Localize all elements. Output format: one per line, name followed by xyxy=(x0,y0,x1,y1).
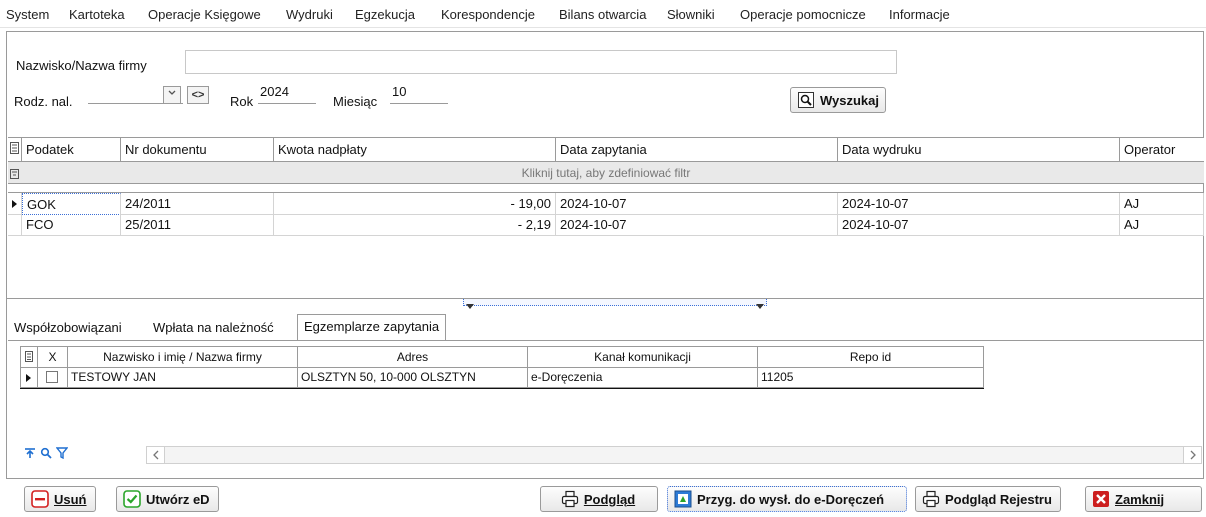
checkmark-icon xyxy=(123,490,141,508)
rok-input[interactable]: 2024 xyxy=(258,84,316,104)
search-icon[interactable] xyxy=(40,447,52,462)
chevron-down-icon xyxy=(756,298,764,313)
main-grid: Podatek Nr dokumentu Kwota nadpłaty Data… xyxy=(8,137,1204,299)
chevron-down-icon xyxy=(466,298,474,313)
column-chooser-icon[interactable] xyxy=(8,138,22,162)
row-checkbox[interactable] xyxy=(38,368,68,388)
cell-kwota[interactable]: - 2,19 xyxy=(274,214,556,236)
search-button-label: Wyszukaj xyxy=(820,92,880,108)
cell-kwota[interactable]: - 19,00 xyxy=(274,193,556,215)
menu-operacje-pomocnicze[interactable]: Operacje pomocnicze xyxy=(740,7,866,22)
col-nr-dokumentu[interactable]: Nr dokumentu xyxy=(121,138,274,162)
col-data-zapytania[interactable]: Data zapytania xyxy=(556,138,838,162)
cell-nr[interactable]: 25/2011 xyxy=(121,214,274,236)
cell-adres[interactable]: OLSZTYN 50, 10-000 OLSZTYN xyxy=(298,368,528,388)
create-ed-button-label: Utwórz eD xyxy=(146,491,210,507)
cell-nazwa[interactable]: TESTOWY JAN xyxy=(68,368,298,388)
row-pointer-icon xyxy=(20,368,38,388)
create-ed-button[interactable]: Utwórz eD xyxy=(116,486,219,512)
search-icon xyxy=(797,91,815,109)
col-adres[interactable]: Adres xyxy=(298,346,528,368)
tab-baseline xyxy=(8,340,1204,341)
menu-informacje[interactable]: Informacje xyxy=(889,7,950,22)
pin-icon[interactable] xyxy=(24,447,36,462)
preview-button[interactable]: Podgląd xyxy=(540,486,658,512)
menu-kartoteka[interactable]: Kartoteka xyxy=(69,7,125,22)
tab-egzemplarze-zapytania[interactable]: Egzemplarze zapytania xyxy=(297,314,447,340)
close-icon xyxy=(1092,490,1110,508)
col-kwota[interactable]: Kwota nadpłaty xyxy=(274,138,556,162)
printer-icon xyxy=(922,490,940,508)
register-preview-button[interactable]: Podgląd Rejestru xyxy=(915,486,1061,512)
col-repo-id[interactable]: Repo id xyxy=(758,346,984,368)
close-button-label: Zamknij xyxy=(1115,491,1165,507)
printer-icon xyxy=(561,490,579,508)
cell-repo-id[interactable]: 11205 xyxy=(758,368,984,388)
rok-label: Rok xyxy=(230,94,254,109)
miesiac-label: Miesiąc xyxy=(333,94,378,109)
menu-slowniki[interactable]: Słowniki xyxy=(667,7,715,22)
tab-wspolzobowiazani[interactable]: Współzobowiązani xyxy=(8,316,128,340)
filter-hint: Kliknij tutaj, aby zdefiniować filtr xyxy=(521,166,691,180)
preview-button-label: Podgląd xyxy=(583,491,636,507)
name-input[interactable] xyxy=(185,50,897,74)
navigate-arrows-icon[interactable]: <> xyxy=(187,86,209,104)
cell-data-zapytania[interactable]: 2024-10-07 xyxy=(556,193,838,215)
prepare-edoreczenia-button[interactable]: Przyg. do wysł. do e-Doręczeń xyxy=(667,486,907,512)
scroll-left-icon[interactable] xyxy=(147,447,165,463)
table-row[interactable]: FCO 25/2011 - 2,19 2024-10-07 2024-10-07… xyxy=(8,214,1204,236)
rodz-nal-label: Rodz. nal. xyxy=(14,94,73,109)
splitter-handle[interactable] xyxy=(463,299,767,309)
prepare-edoreczenia-button-label: Przyg. do wysł. do e-Doręczeń xyxy=(697,491,885,507)
chevron-down-icon[interactable] xyxy=(163,86,181,104)
cell-podatek[interactable]: GOK xyxy=(22,193,121,215)
scroll-right-icon[interactable] xyxy=(1183,447,1201,463)
menu-korespondencje[interactable]: Korespondencje xyxy=(441,7,535,22)
menu-wydruki[interactable]: Wydruki xyxy=(286,7,333,22)
menu-egzekucja[interactable]: Egzekucja xyxy=(355,7,415,22)
col-operator[interactable]: Operator xyxy=(1120,138,1204,162)
filter-icon[interactable] xyxy=(55,447,69,462)
col-kanal[interactable]: Kanał komunikacji xyxy=(528,346,758,368)
col-x[interactable]: X xyxy=(38,346,68,368)
menu-system[interactable]: System xyxy=(6,7,49,22)
column-chooser-icon[interactable] xyxy=(20,346,38,368)
cell-kanal[interactable]: e-Doręczenia xyxy=(528,368,758,388)
col-data-wydruku[interactable]: Data wydruku xyxy=(838,138,1120,162)
menu-operacje-ksiegowe[interactable]: Operacje Księgowe xyxy=(148,7,261,22)
col-podatek[interactable]: Podatek xyxy=(22,138,121,162)
row-bottom-line xyxy=(20,388,984,389)
menu-bar: System Kartoteka Operacje Księgowe Wydru… xyxy=(0,0,1206,28)
cell-nr[interactable]: 24/2011 xyxy=(121,193,274,215)
send-document-icon xyxy=(674,490,692,508)
miesiac-input[interactable]: 10 xyxy=(390,84,448,104)
cell-operator[interactable]: AJ xyxy=(1120,193,1204,215)
horizontal-scrollbar[interactable] xyxy=(146,446,1202,464)
minus-icon xyxy=(31,490,49,508)
cell-operator[interactable]: AJ xyxy=(1120,214,1204,236)
table-row[interactable]: GOK 24/2011 - 19,00 2024-10-07 2024-10-0… xyxy=(8,192,1204,215)
search-button[interactable]: Wyszukaj xyxy=(790,87,887,113)
register-preview-button-label: Podgląd Rejestru xyxy=(945,491,1052,507)
menu-bilans-otwarcia[interactable]: Bilans otwarcia xyxy=(559,7,646,22)
cell-data-zapytania[interactable]: 2024-10-07 xyxy=(556,214,838,236)
cell-podatek[interactable]: FCO xyxy=(22,214,121,236)
delete-button-label: Usuń xyxy=(54,491,87,507)
row-indicator xyxy=(8,214,22,236)
delete-button[interactable]: Usuń xyxy=(24,486,96,512)
row-pointer-icon xyxy=(8,193,22,215)
filter-row[interactable]: Kliknij tutaj, aby zdefiniować filtr xyxy=(8,162,1204,184)
name-label: Nazwisko/Nazwa firmy xyxy=(16,58,147,73)
close-button[interactable]: Zamknij xyxy=(1085,486,1202,512)
col-nazwisko[interactable]: Nazwisko i imię / Nazwa firmy xyxy=(68,346,298,368)
cell-data-wydruku[interactable]: 2024-10-07 xyxy=(838,214,1120,236)
cell-data-wydruku[interactable]: 2024-10-07 xyxy=(838,193,1120,215)
tab-wplata-na-naleznosc[interactable]: Wpłata na należność xyxy=(147,316,280,340)
